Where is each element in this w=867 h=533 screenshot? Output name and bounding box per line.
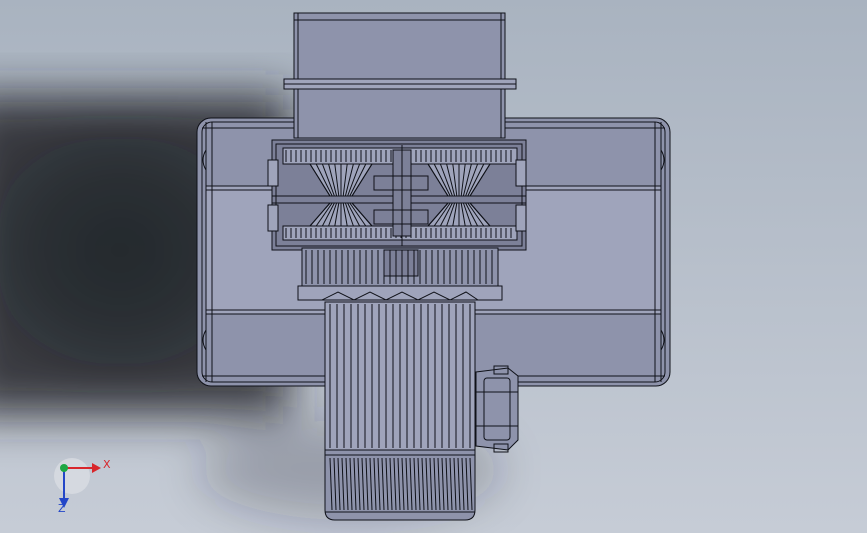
triad-origin-ring xyxy=(54,458,90,494)
triad-x-label: X xyxy=(103,458,111,471)
triad-y-axis-dot xyxy=(60,464,68,472)
top-cylinder-housing[interactable] xyxy=(283,12,517,139)
triad-z-label: Z xyxy=(58,502,66,515)
motor-cooling-fins xyxy=(329,304,471,448)
terminal-box[interactable] xyxy=(475,365,519,453)
motor-flange[interactable] xyxy=(297,247,503,301)
cad-scene[interactable] xyxy=(0,0,867,533)
cad-viewport[interactable]: X Z xyxy=(0,0,867,533)
fan-cover[interactable] xyxy=(324,449,476,521)
motor-body[interactable] xyxy=(324,301,476,451)
